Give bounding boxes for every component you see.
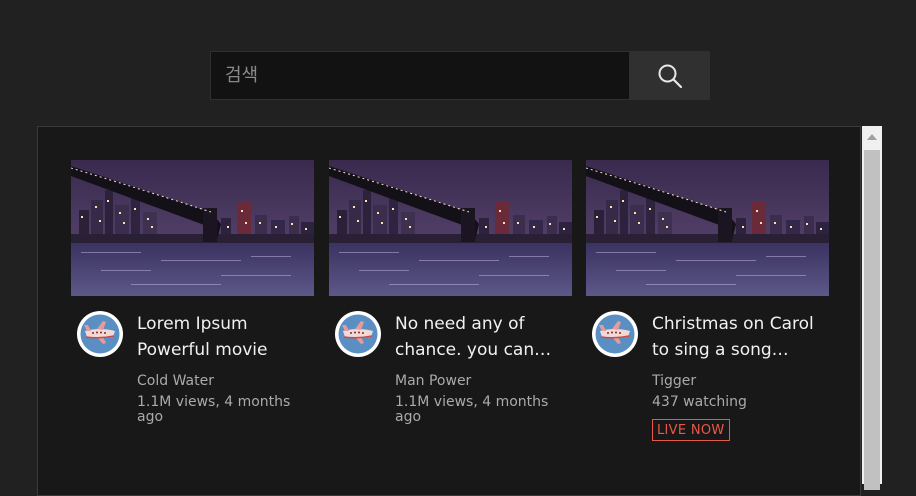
search-icon <box>658 64 682 88</box>
arrow-up-icon <box>867 134 877 140</box>
search-button[interactable] <box>629 51 710 100</box>
video-title[interactable]: No need any of chance. you can see anyth… <box>395 311 567 363</box>
video-title[interactable]: Lorem Ipsum Powerful movie <box>137 311 309 363</box>
vertical-scrollbar[interactable] <box>862 126 882 490</box>
video-title[interactable]: Christmas on Carol to sing a song togeth… <box>652 311 824 363</box>
search-input[interactable] <box>210 51 629 100</box>
video-thumbnail[interactable] <box>329 160 572 296</box>
video-thumbnail[interactable] <box>71 160 314 296</box>
channel-avatar[interactable] <box>335 311 381 357</box>
scrollbar-thumb[interactable] <box>864 150 880 490</box>
video-thumbnail[interactable] <box>586 160 829 296</box>
video-stats: 1.1M views, 4 months ago <box>137 394 291 425</box>
channel-name[interactable]: Man Power <box>395 373 567 389</box>
video-card[interactable]: Lorem Ipsum Powerful movie Cold Water 1.… <box>71 160 314 425</box>
video-stats: 1.1M views, 4 months ago <box>395 394 549 425</box>
search-bar <box>210 51 710 100</box>
channel-name[interactable]: Cold Water <box>137 373 309 389</box>
live-now-badge: LIVE NOW <box>652 419 730 441</box>
video-stats: 437 watching <box>652 394 747 410</box>
video-grid-panel: Lorem Ipsum Powerful movie Cold Water 1.… <box>37 126 861 496</box>
channel-name[interactable]: Tigger <box>652 373 824 389</box>
channel-avatar[interactable] <box>77 311 123 357</box>
video-card[interactable]: Christmas on Carol to sing a song togeth… <box>586 160 829 441</box>
scroll-up-button[interactable] <box>862 126 882 148</box>
video-card[interactable]: No need any of chance. you can see anyth… <box>329 160 572 425</box>
channel-avatar[interactable] <box>592 311 638 357</box>
